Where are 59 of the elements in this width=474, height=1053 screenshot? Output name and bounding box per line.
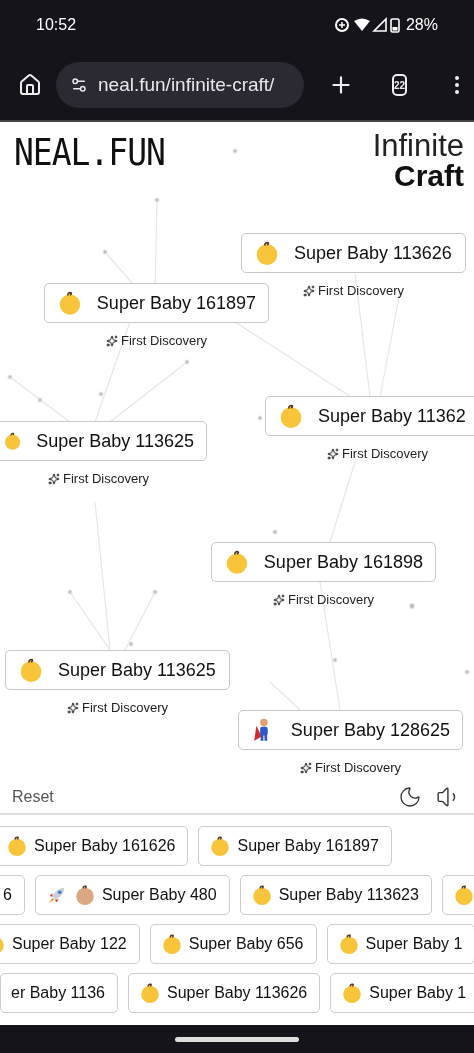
sparkle-icon bbox=[303, 284, 315, 297]
baby-head-icon bbox=[224, 549, 250, 575]
moon-icon[interactable] bbox=[398, 784, 422, 809]
baby-head-icon bbox=[6, 835, 28, 857]
discovery-note: First Discovery bbox=[63, 471, 149, 486]
site-logo[interactable]: NEAL.FUN bbox=[14, 129, 165, 174]
sparkle-icon bbox=[327, 447, 339, 460]
baby-head-icon bbox=[337, 933, 360, 955]
baby-head-icon bbox=[18, 657, 44, 683]
element-chip[interactable]: Super Baby 11362 bbox=[265, 396, 474, 436]
element-item[interactable]: Super Baby 161897 bbox=[198, 826, 392, 866]
discovery-note: First Discovery bbox=[318, 283, 404, 298]
element-item[interactable]: Super Baby 161626 bbox=[0, 826, 189, 866]
element-item[interactable]: Super Baby 113623 bbox=[239, 875, 432, 915]
baby-head-icon bbox=[341, 982, 364, 1004]
discovery-note: First Discovery bbox=[288, 592, 374, 607]
discovery-note: First Discovery bbox=[121, 333, 207, 348]
app-title: Infinite bbox=[372, 130, 464, 161]
element-chip[interactable]: Super Baby 161898 bbox=[211, 542, 436, 582]
url-text: neal.fun/infinite-craft/ bbox=[98, 74, 275, 96]
discovery-note: First Discovery bbox=[82, 700, 168, 715]
discovery-note: First Discovery bbox=[315, 760, 401, 775]
element-item[interactable]: Super Baby 656 bbox=[149, 924, 317, 964]
baby-head-icon bbox=[278, 403, 304, 429]
element-chip[interactable]: Super Baby 128625 bbox=[238, 710, 463, 750]
baby-head-icon bbox=[250, 884, 273, 906]
clock-time: 10:52 bbox=[36, 16, 77, 34]
baby-head-icon bbox=[452, 884, 474, 906]
tab-count-button[interactable]: 22 bbox=[392, 74, 408, 96]
baby-head-icon bbox=[209, 835, 232, 857]
discovery-note: First Discovery bbox=[342, 446, 428, 461]
address-bar[interactable]: neal.fun/infinite-craft/ bbox=[56, 62, 304, 108]
element-item[interactable]: Super Baby 122 bbox=[0, 924, 140, 964]
element-chip[interactable]: Super Baby 161897 bbox=[44, 283, 269, 323]
sparkle-icon bbox=[67, 701, 79, 714]
baby-head-icon bbox=[254, 240, 280, 266]
element-chip[interactable]: Super Baby 113626 bbox=[241, 233, 466, 273]
sparkle-icon bbox=[300, 761, 312, 774]
reset-button[interactable]: Reset bbox=[12, 787, 54, 806]
site-settings-icon[interactable] bbox=[70, 76, 88, 94]
element-chip[interactable]: Super Baby 113625 bbox=[0, 421, 207, 461]
element-item[interactable]: Super Baby 1 bbox=[330, 973, 474, 1013]
baby-head-icon bbox=[139, 982, 161, 1004]
element-item[interactable]: Super Baby 1 bbox=[326, 924, 474, 964]
element-item[interactable]: Super Baby 480 bbox=[34, 875, 230, 915]
battery-percent: 28% bbox=[405, 16, 438, 34]
element-item[interactable]: Super Baby 113626 bbox=[128, 973, 321, 1013]
app-title: Craft bbox=[394, 161, 464, 191]
baby-head-icon bbox=[73, 884, 96, 906]
element-item[interactable]: er Baby 1136 bbox=[0, 973, 118, 1013]
sparkle-icon bbox=[48, 472, 60, 485]
home-handle[interactable] bbox=[175, 1036, 299, 1042]
element-item[interactable]: 6 bbox=[0, 875, 25, 915]
baby-head-icon bbox=[160, 933, 183, 955]
sparkle-icon bbox=[106, 334, 118, 347]
element-chip[interactable]: Super Baby 113625 bbox=[5, 650, 230, 690]
baby-head-icon bbox=[57, 290, 83, 316]
sparkle-icon bbox=[273, 593, 285, 606]
status-icons-drawing bbox=[333, 16, 400, 34]
